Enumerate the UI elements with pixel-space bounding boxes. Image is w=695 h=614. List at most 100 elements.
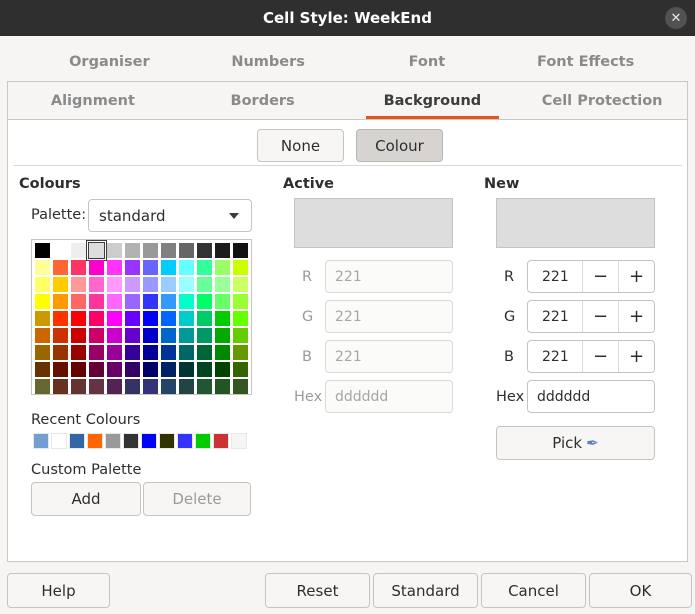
tab-borders[interactable]: Borders [178, 82, 348, 119]
colour-swatch[interactable] [71, 243, 86, 258]
cancel-button[interactable]: Cancel [481, 573, 586, 608]
new-b-spinner[interactable]: 221 − + [527, 340, 655, 373]
colour-swatch[interactable] [197, 328, 212, 343]
recent-colour-swatch[interactable] [213, 433, 229, 449]
colour-swatch[interactable] [53, 379, 68, 394]
colour-swatch[interactable] [215, 311, 230, 326]
colour-swatch[interactable] [71, 311, 86, 326]
tab-numbers[interactable]: Numbers [189, 43, 348, 81]
colour-swatch[interactable] [215, 260, 230, 275]
colour-swatch[interactable] [179, 379, 194, 394]
colour-swatch[interactable] [161, 311, 176, 326]
colour-swatch[interactable] [143, 379, 158, 394]
colour-swatch[interactable] [35, 260, 50, 275]
colour-swatch[interactable] [143, 277, 158, 292]
colour-swatch[interactable] [215, 345, 230, 360]
colour-swatch[interactable] [233, 260, 248, 275]
delete-button[interactable]: Delete [143, 482, 251, 516]
close-icon[interactable]: ✕ [665, 7, 687, 29]
colour-swatch[interactable] [197, 311, 212, 326]
recent-colour-swatch[interactable] [231, 433, 247, 449]
colour-swatch[interactable] [161, 277, 176, 292]
colour-swatch[interactable] [233, 311, 248, 326]
colour-swatch[interactable] [89, 379, 104, 394]
standard-button[interactable]: Standard [373, 573, 478, 608]
colour-swatch[interactable] [161, 379, 176, 394]
colour-swatch[interactable] [179, 362, 194, 377]
colour-swatch[interactable] [71, 277, 86, 292]
colour-swatch[interactable] [71, 260, 86, 275]
recent-colour-swatch[interactable] [141, 433, 157, 449]
colour-swatch[interactable] [107, 345, 122, 360]
colour-swatch[interactable] [179, 260, 194, 275]
colour-swatch[interactable] [215, 294, 230, 309]
colour-swatch[interactable] [35, 243, 50, 258]
colour-swatch[interactable] [89, 260, 104, 275]
colour-swatch[interactable] [71, 362, 86, 377]
new-r-spinner[interactable]: 221 − + [527, 260, 655, 293]
colour-swatch[interactable] [143, 311, 158, 326]
colour-swatch[interactable] [215, 277, 230, 292]
minus-icon[interactable]: − [582, 341, 618, 372]
recent-colour-swatch[interactable] [159, 433, 175, 449]
colour-swatch[interactable] [71, 379, 86, 394]
colour-swatch[interactable] [107, 277, 122, 292]
tab-cell-protection[interactable]: Cell Protection [517, 82, 687, 119]
colour-swatch[interactable] [143, 328, 158, 343]
colour-swatch[interactable] [71, 294, 86, 309]
colour-swatch[interactable] [53, 243, 68, 258]
colour-swatch[interactable] [88, 242, 105, 259]
ok-button[interactable]: OK [589, 573, 692, 608]
new-b-value[interactable]: 221 [528, 341, 582, 372]
palette-select[interactable]: standard [88, 199, 252, 232]
colour-swatch[interactable] [215, 328, 230, 343]
colour-swatch[interactable] [233, 345, 248, 360]
colour-swatch[interactable] [143, 345, 158, 360]
colour-swatch[interactable] [35, 362, 50, 377]
colour-swatch[interactable] [125, 345, 140, 360]
recent-colour-swatch[interactable] [51, 433, 67, 449]
colour-swatch[interactable] [89, 345, 104, 360]
colour-swatch[interactable] [71, 345, 86, 360]
colour-swatch[interactable] [197, 260, 212, 275]
minus-icon[interactable]: − [582, 301, 618, 332]
none-button[interactable]: None [257, 129, 344, 162]
reset-button[interactable]: Reset [265, 573, 370, 608]
colour-swatch[interactable] [35, 294, 50, 309]
colour-swatch[interactable] [53, 328, 68, 343]
colour-swatch[interactable] [53, 345, 68, 360]
colour-swatch[interactable] [161, 362, 176, 377]
colour-swatch[interactable] [35, 277, 50, 292]
colour-swatch[interactable] [179, 243, 194, 258]
colour-swatch[interactable] [107, 362, 122, 377]
colour-swatch[interactable] [89, 277, 104, 292]
colour-swatch[interactable] [197, 294, 212, 309]
new-r-value[interactable]: 221 [528, 261, 582, 292]
new-hex-field[interactable]: dddddd [527, 380, 655, 413]
colour-swatch[interactable] [53, 260, 68, 275]
colour-swatch[interactable] [197, 379, 212, 394]
colour-swatch[interactable] [35, 345, 50, 360]
colour-swatch[interactable] [233, 362, 248, 377]
help-button[interactable]: Help [7, 573, 110, 608]
colour-swatch[interactable] [233, 294, 248, 309]
colour-swatch[interactable] [179, 311, 194, 326]
colour-swatch[interactable] [197, 277, 212, 292]
colour-swatch[interactable] [71, 328, 86, 343]
colour-swatch[interactable] [233, 328, 248, 343]
colour-swatch[interactable] [161, 260, 176, 275]
tab-alignment[interactable]: Alignment [8, 82, 178, 119]
colour-swatch[interactable] [197, 362, 212, 377]
colour-swatch[interactable] [197, 243, 212, 258]
colour-swatch[interactable] [179, 294, 194, 309]
add-button[interactable]: Add [31, 482, 141, 516]
colour-swatch[interactable] [107, 260, 122, 275]
minus-icon[interactable]: − [582, 261, 618, 292]
new-g-spinner[interactable]: 221 − + [527, 300, 655, 333]
plus-icon[interactable]: + [618, 261, 654, 292]
recent-colour-swatch[interactable] [123, 433, 139, 449]
recent-colour-swatch[interactable] [69, 433, 85, 449]
colour-swatch[interactable] [107, 379, 122, 394]
colour-swatch[interactable] [35, 379, 50, 394]
tab-background[interactable]: Background [348, 82, 518, 119]
